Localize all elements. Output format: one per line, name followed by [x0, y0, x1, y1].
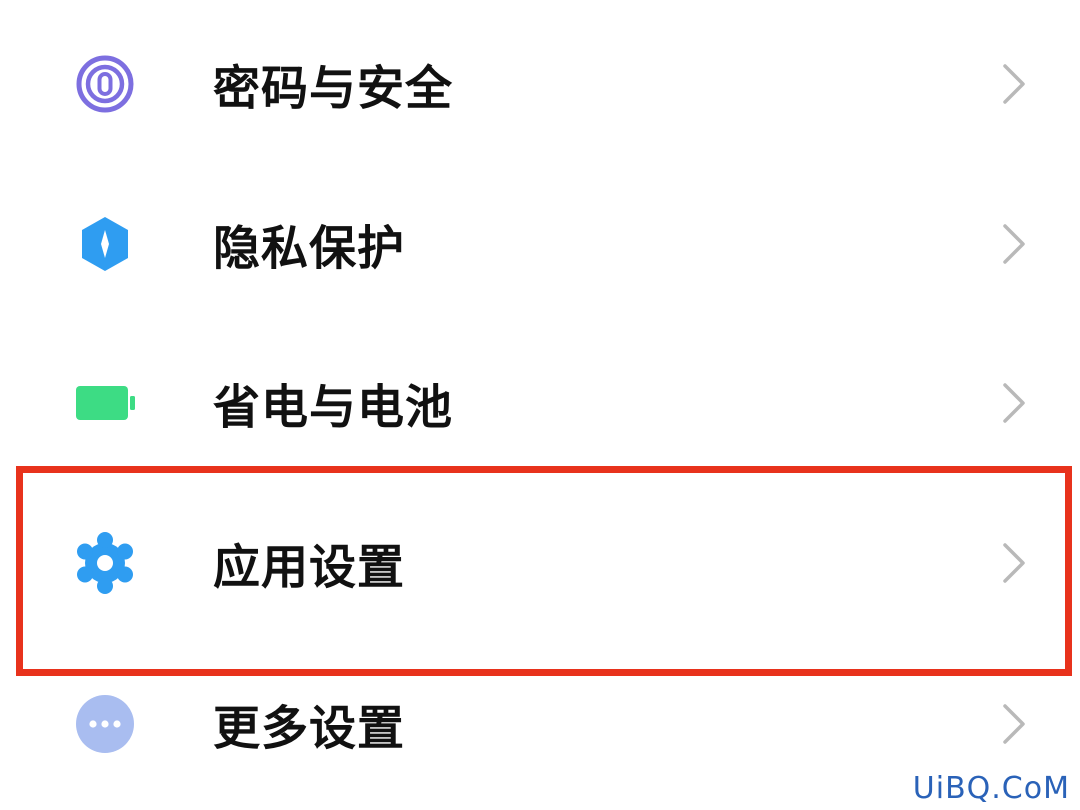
gear-icon: [74, 532, 136, 594]
settings-item-label: 应用设置: [213, 540, 405, 596]
settings-item-battery[interactable]: 省电与电池: [0, 323, 1080, 483]
settings-item-app-settings[interactable]: 应用设置: [0, 483, 1080, 643]
watermark: UiBQ.CoM: [912, 771, 1070, 806]
battery-icon: [74, 372, 136, 434]
settings-item-privacy[interactable]: 隐私保护: [0, 164, 1080, 324]
settings-item-label: 更多设置: [213, 701, 405, 757]
more-dots-icon: [74, 693, 136, 755]
settings-item-label: 密码与安全: [213, 61, 453, 117]
chevron-right-icon: [1000, 541, 1028, 585]
fingerprint-icon: [74, 53, 136, 115]
chevron-right-icon: [1000, 62, 1028, 106]
chevron-right-icon: [1000, 702, 1028, 746]
chevron-right-icon: [1000, 381, 1028, 425]
settings-item-label: 省电与电池: [213, 380, 453, 436]
settings-item-password-security[interactable]: 密码与安全: [0, 4, 1080, 164]
privacy-shield-icon: [74, 213, 136, 275]
settings-item-label: 隐私保护: [213, 221, 405, 277]
chevron-right-icon: [1000, 222, 1028, 266]
settings-page: 密码与安全 隐私保护 省电与电池 应用设置 更多设置 UiBQ.CoM: [0, 0, 1080, 810]
